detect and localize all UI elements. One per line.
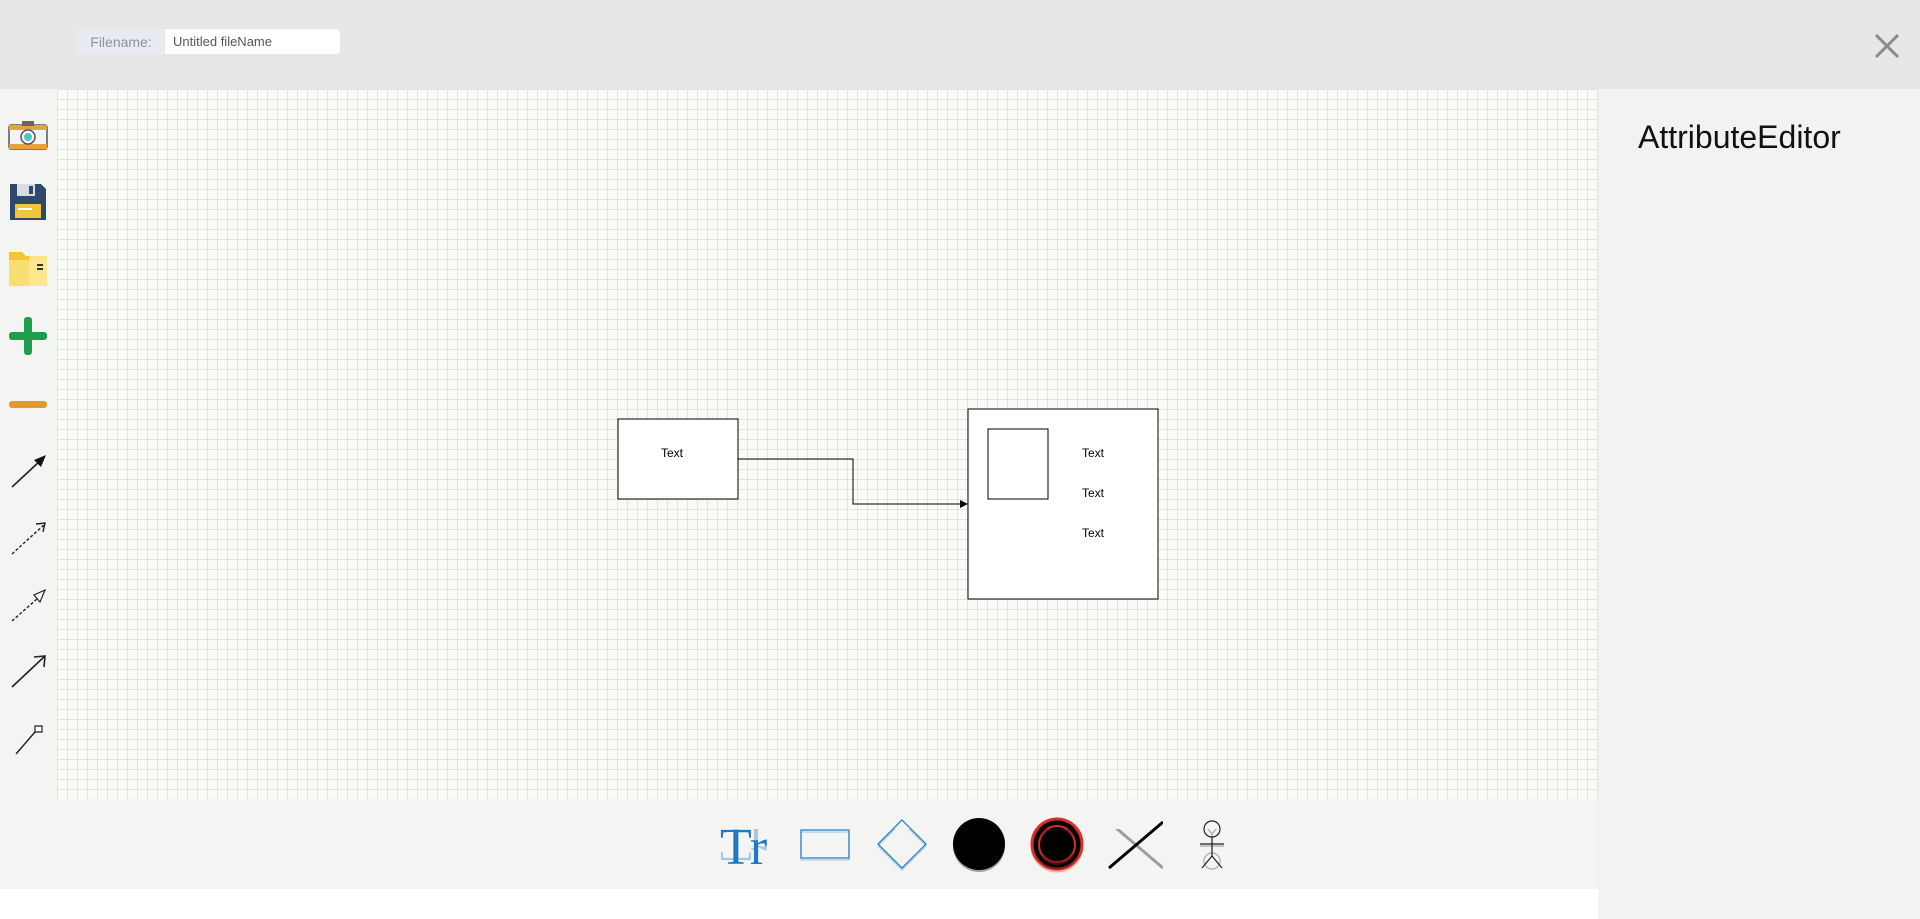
open-arrow-icon — [11, 655, 46, 688]
close-button[interactable] — [1873, 32, 1901, 60]
diamond-tool-reflection — [874, 829, 930, 874]
box2-text-1: Text — [1082, 446, 1105, 460]
actor-tool-reflection — [1184, 829, 1240, 874]
dashed-triangle-arrow-icon — [11, 588, 47, 622]
connector-arrow[interactable] — [738, 458, 968, 508]
solid-arrow-icon — [11, 455, 46, 488]
attribute-editor-title: AttributeEditor — [1638, 119, 1841, 155]
dashed-open-arrow-button[interactable] — [6, 516, 50, 560]
zoom-out-icon — [9, 401, 47, 408]
diagram-canvas[interactable]: Text Text Text Text — [57, 89, 1598, 799]
box2-text-3: Text — [1082, 526, 1105, 540]
final-state-tool-reflection — [1029, 829, 1085, 874]
zoom-out-button[interactable] — [6, 383, 50, 427]
open-folder-button[interactable] — [6, 247, 50, 291]
circle-tool-reflection — [951, 829, 1007, 874]
diagram-drawing — [617, 408, 1159, 600]
solid-arrow-button[interactable] — [6, 449, 50, 493]
zoom-in-icon — [9, 317, 47, 355]
left-toolbar — [0, 89, 57, 799]
box2-text-2: Text — [1082, 486, 1105, 500]
diamond-arrow-icon — [15, 725, 43, 755]
open-arrow-button[interactable] — [6, 649, 50, 693]
zoom-in-button[interactable] — [6, 314, 50, 358]
text-tool-reflection: Tr — [718, 829, 774, 874]
close-icon — [1874, 33, 1900, 59]
filename-field: Filename: — [77, 29, 340, 54]
attribute-editor-panel: AttributeEditor — [1598, 89, 1920, 919]
diamond-arrow-button[interactable] — [6, 716, 50, 760]
save-button[interactable] — [6, 180, 50, 224]
palette-reflection-area — [0, 889, 1598, 919]
save-icon — [10, 184, 46, 220]
rectangle-tool-reflection — [797, 829, 853, 874]
camera-icon — [8, 121, 48, 150]
dashed-triangle-arrow-button[interactable] — [6, 583, 50, 627]
top-bar: Filename: — [0, 0, 1920, 89]
filename-label: Filename: — [77, 29, 165, 54]
line-tool-reflection — [1107, 829, 1163, 874]
inner-box[interactable] — [987, 428, 1049, 500]
folder-icon — [9, 252, 47, 286]
camera-button[interactable] — [6, 113, 50, 157]
box1-text: Text — [661, 446, 684, 460]
dashed-open-arrow-icon — [11, 522, 46, 555]
filename-input[interactable] — [165, 33, 335, 50]
text-tool-reflection-glyph: Tr — [720, 829, 767, 871]
